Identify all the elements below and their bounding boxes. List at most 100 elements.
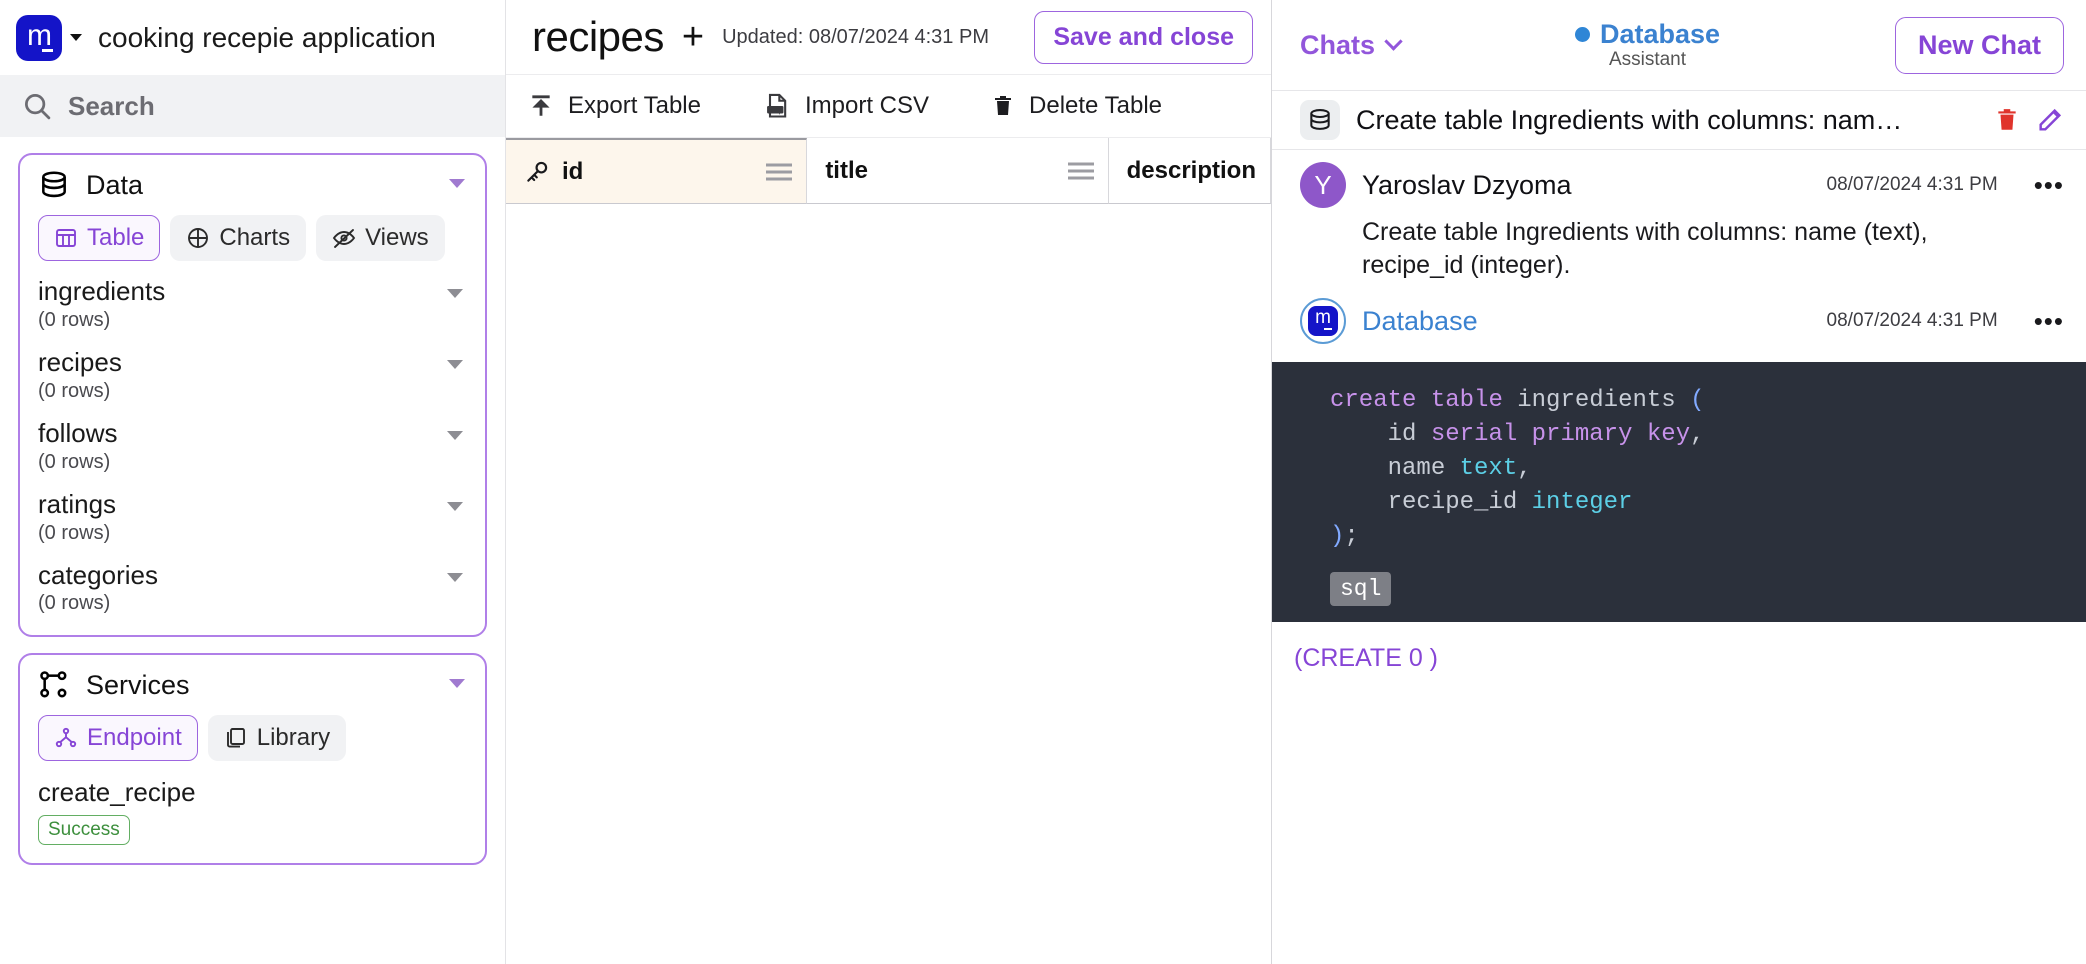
message-timestamp: 08/07/2024 4:31 PM [1827,310,1998,332]
chart-pie-icon [186,226,210,250]
services-panel-header: Services [38,669,467,701]
column-header-label: id [562,158,583,186]
table-name: follows [38,419,467,449]
status-dot-icon [1575,27,1590,42]
avatar: Y [1300,162,1346,208]
tab-library[interactable]: Library [208,715,346,761]
message-author: Yaroslav Dzyoma [1362,170,1572,201]
save-and-close-button[interactable]: Save and close [1034,11,1253,64]
data-panel-header: Data [38,169,467,201]
csv-icon: CSV [763,92,791,120]
assistant-identity: Database Assistant [1400,19,1895,71]
tab-views[interactable]: Views [316,215,445,261]
export-table-label: Export Table [568,92,701,120]
data-panel-collapse-icon[interactable] [449,179,465,188]
chevron-down-icon[interactable] [447,573,463,582]
tab-views-label: Views [365,224,429,252]
workspace-title: cooking recepie application [98,22,436,54]
edit-pencil-icon[interactable] [2036,106,2064,134]
table-list-item[interactable]: ratings (0 rows) [38,490,467,545]
services-panel-collapse-icon[interactable] [449,679,465,688]
data-panel: Data Table [18,153,487,637]
app-root: m cooking recepie application Search [0,0,2086,964]
assistant-name: Database [1600,19,1720,50]
table-icon [54,226,78,250]
tab-charts[interactable]: Charts [170,215,306,261]
primary-key-icon [524,159,550,185]
chat-message-assistant: m Database 08/07/2024 4:31 PM ••• [1272,286,2086,348]
table-editor: recipes + Updated: 08/07/2024 4:31 PM Sa… [506,0,1272,964]
assistant-role: Assistant [1400,49,1895,71]
table-list-item[interactable]: follows (0 rows) [38,419,467,474]
workspace-dropdown-icon[interactable] [70,34,82,41]
delete-table-label: Delete Table [1029,92,1162,120]
search-bar[interactable]: Search [0,75,505,137]
table-toolbar: Export Table CSV Import CSV [506,75,1271,138]
nodes-icon [38,669,70,701]
trash-icon [991,93,1015,119]
data-tabs: Table Charts [38,215,467,261]
brand-row: m cooking recepie application [0,0,505,75]
column-header-id[interactable]: id [506,138,807,204]
message-author: Database [1362,306,1478,337]
database-icon [1300,100,1340,140]
tab-table[interactable]: Table [38,215,160,261]
table-list-item[interactable]: recipes (0 rows) [38,348,467,403]
service-list-item[interactable]: create_recipe Success [38,777,467,845]
message-options-icon[interactable]: ••• [2034,170,2064,201]
chat-thread-title: Create table Ingredients with columns: n… [1356,105,1978,136]
data-panel-title: Data [86,170,143,201]
table-name: ingredients [38,277,467,307]
chat-header: Chats Database Assistant New Chat [1272,0,2086,90]
column-header-title[interactable]: title [807,138,1108,204]
column-menu-icon[interactable] [1068,158,1094,183]
tab-endpoint-label: Endpoint [87,724,182,752]
column-header-description[interactable]: description [1109,138,1271,204]
endpoint-icon [54,726,78,750]
table-list-item[interactable]: ingredients (0 rows) [38,277,467,332]
library-icon [224,726,248,750]
table-name: ratings [38,490,467,520]
column-header-label: description [1127,157,1256,185]
sql-code-block: create table ingredients ( id serial pri… [1272,362,2086,622]
table-name: categories [38,561,467,591]
services-panel-title: Services [86,670,190,701]
service-name: create_recipe [38,777,467,808]
table-list-item[interactable]: categories (0 rows) [38,561,467,616]
chat-messages: Y Yaroslav Dzyoma 08/07/2024 4:31 PM •••… [1272,150,2086,964]
chevron-down-icon[interactable] [447,431,463,440]
search-input[interactable]: Search [68,91,155,122]
new-chat-button[interactable]: New Chat [1895,17,2064,74]
import-csv-button[interactable]: CSV Import CSV [763,92,929,120]
table-rowcount: (0 rows) [38,309,467,332]
chat-thread-bar[interactable]: Create table Ingredients with columns: n… [1272,90,2086,150]
sidebar: m cooking recepie application Search [0,0,506,964]
column-menu-icon[interactable] [766,159,792,184]
svg-text:CSV: CSV [768,107,782,114]
chat-panel: Chats Database Assistant New Chat C [1272,0,2086,964]
chevron-down-icon[interactable] [447,289,463,298]
tab-endpoint[interactable]: Endpoint [38,715,198,761]
table-rowcount: (0 rows) [38,522,467,545]
app-logo[interactable]: m [16,15,62,61]
trash-icon[interactable] [1994,106,2020,134]
tab-table-label: Table [87,224,144,252]
column-header-label: title [825,157,868,185]
chats-dropdown[interactable]: Chats [1300,30,1400,61]
message-options-icon[interactable]: ••• [2034,306,2064,337]
eye-off-icon [332,226,356,250]
message-timestamp: 08/07/2024 4:31 PM [1827,174,1998,196]
chats-label: Chats [1300,30,1375,61]
add-column-button[interactable]: + [682,18,704,56]
export-table-button[interactable]: Export Table [528,92,701,120]
delete-table-button[interactable]: Delete Table [991,92,1162,120]
code-language-badge: sql [1330,572,1391,606]
query-result: (CREATE 0 ) [1272,622,2086,673]
chevron-down-icon[interactable] [447,360,463,369]
message-header: m Database 08/07/2024 4:31 PM ••• [1300,298,2064,344]
chevron-down-icon[interactable] [447,502,463,511]
tab-library-label: Library [257,724,330,752]
table-name: recipes [38,348,467,378]
page-title: recipes [532,13,664,61]
table-rowcount: (0 rows) [38,451,467,474]
